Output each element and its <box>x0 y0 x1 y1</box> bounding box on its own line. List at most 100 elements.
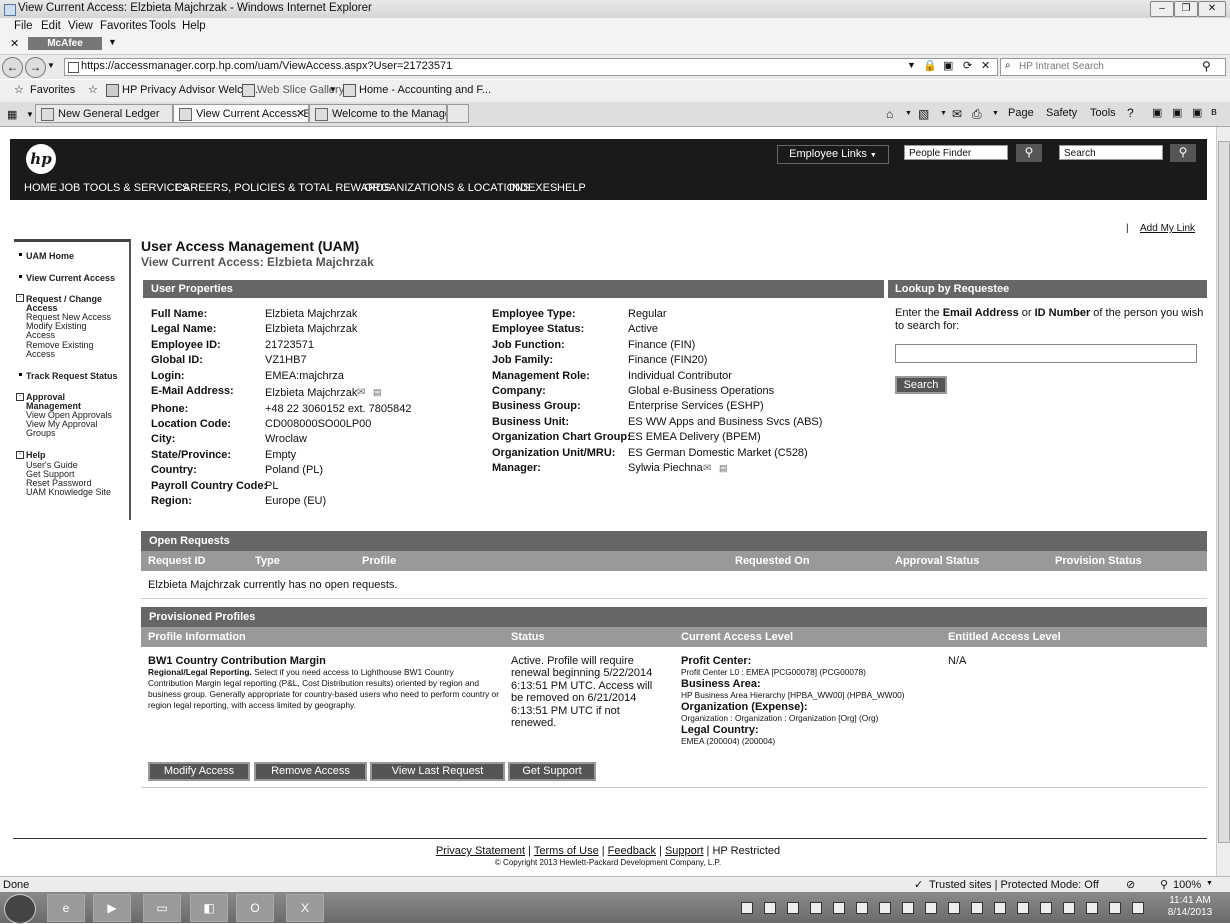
stop-icon[interactable]: ✕ <box>981 59 990 72</box>
col-request-id[interactable]: Request ID <box>148 555 205 567</box>
close-window-button[interactable]: ✕ <box>1198 1 1226 17</box>
address-dropdown-icon[interactable]: ▼ <box>907 60 916 70</box>
page-menu[interactable]: Page <box>1008 107 1034 119</box>
fav-home-accounting[interactable]: Home - Accounting and F... <box>359 84 491 96</box>
tab-view-current-access[interactable]: View Current Access: El... ✕ <box>173 104 309 123</box>
home-icon[interactable]: ⌂ <box>886 107 893 121</box>
nav-track-request[interactable]: Track Request Status <box>26 371 118 381</box>
chevron-down-icon[interactable]: ▼ <box>940 110 947 117</box>
nav-remove-existing-access[interactable]: Access <box>26 349 55 359</box>
contact-card-icon[interactable]: ▤ <box>719 463 728 474</box>
tab-welcome-manager[interactable]: Welcome to the Manager'... <box>309 104 447 123</box>
tray-icon[interactable] <box>971 902 983 914</box>
address-bar[interactable]: https://accessmanager.corp.hp.com/uam/Vi… <box>64 58 998 76</box>
lookup-search-button[interactable]: Search <box>895 376 947 394</box>
taskbar-excel-icon[interactable]: X <box>286 894 324 922</box>
close-tab-icon[interactable]: ✕ <box>296 105 305 122</box>
chevron-down-icon[interactable]: ▼ <box>108 37 117 47</box>
nav-job-tools[interactable]: JOB TOOLS & SERVICES <box>59 182 189 194</box>
privacy-link[interactable]: Privacy Statement <box>436 845 525 857</box>
zoom-level[interactable]: 100% <box>1173 879 1201 891</box>
tray-icon[interactable] <box>1086 902 1098 914</box>
tools-menu[interactable]: Tools <box>1090 107 1116 119</box>
forward-icon[interactable]: → <box>25 57 46 78</box>
compatibility-icon[interactable]: ▣ <box>943 59 953 72</box>
fav-hp-privacy[interactable]: HP Privacy Advisor Welco... <box>122 84 258 96</box>
tray-icon[interactable] <box>1017 902 1029 914</box>
bluetooth-icon[interactable]: ʙ <box>1211 106 1217 118</box>
mail-icon[interactable]: ✉ <box>952 107 962 121</box>
col-approval-status[interactable]: Approval Status <box>895 555 979 567</box>
feeds-icon[interactable]: ▧ <box>918 107 929 121</box>
vertical-scrollbar[interactable] <box>1216 127 1230 876</box>
col-status[interactable]: Status <box>511 631 545 643</box>
col-profile-information[interactable]: Profile Information <box>148 631 246 643</box>
tray-icon[interactable] <box>902 902 914 914</box>
get-support-button[interactable]: Get Support <box>508 762 596 781</box>
hp-logo[interactable]: hp <box>26 144 56 174</box>
feedback-link[interactable]: Feedback <box>608 845 656 857</box>
tray-icon[interactable] <box>1109 902 1121 914</box>
history-dropdown-icon[interactable]: ▼ <box>47 61 55 70</box>
browser-search-box[interactable]: ⌕ HP Intranet Search ⚲ <box>1000 58 1226 76</box>
nav-help[interactable]: HELP <box>557 182 586 194</box>
menu-file[interactable]: File <box>14 20 33 32</box>
tray-icon[interactable] <box>856 902 868 914</box>
close-toolbar-icon[interactable]: ✕ <box>10 37 19 50</box>
quick-tabs-icon[interactable]: ▦ <box>7 108 17 121</box>
tray-icon[interactable] <box>764 902 776 914</box>
nav-uam-home[interactable]: UAM Home <box>26 251 74 261</box>
mcafee-button[interactable]: McAfee <box>28 37 102 50</box>
tab-list-dropdown-icon[interactable]: ▼ <box>26 110 34 119</box>
popup-blocker-icon[interactable]: ⊘ <box>1126 878 1135 891</box>
address-url[interactable]: https://accessmanager.corp.hp.com/uam/Vi… <box>81 60 452 72</box>
employee-links-dropdown[interactable]: Employee Links ▼ <box>777 145 889 164</box>
email-icon[interactable]: ✉ <box>703 463 711 474</box>
people-finder-input[interactable]: People Finder <box>904 145 1008 160</box>
taskbar-outlook-icon[interactable]: O <box>236 894 274 922</box>
maximize-button[interactable]: ❐ <box>1174 1 1198 17</box>
tray-icon[interactable] <box>1063 902 1075 914</box>
taskbar-app-icon[interactable]: ◧ <box>190 894 228 922</box>
nav-help-heading[interactable]: Help <box>26 450 46 460</box>
people-finder-search-icon[interactable]: ⚲ <box>1016 144 1042 162</box>
nav-indexes[interactable]: INDEXES <box>509 182 557 194</box>
menu-help[interactable]: Help <box>182 20 206 32</box>
support-link[interactable]: Support <box>665 845 704 857</box>
clock[interactable]: 11:41 AM 8/14/2013 <box>1160 895 1220 919</box>
nav-knowledge-site[interactable]: UAM Knowledge Site <box>26 487 111 497</box>
nav-view-current-access[interactable]: View Current Access <box>26 273 115 283</box>
toolbar-icon-2[interactable]: ▣ <box>1172 106 1182 119</box>
tray-icon[interactable] <box>879 902 891 914</box>
remove-access-button[interactable]: Remove Access <box>254 762 367 781</box>
site-search-input[interactable]: Search <box>1059 145 1163 160</box>
tray-icon[interactable] <box>741 902 753 914</box>
col-type[interactable]: Type <box>255 555 280 567</box>
favorites-button[interactable]: Favorites <box>30 84 75 96</box>
taskbar-media-player-icon[interactable]: ▶ <box>93 894 131 922</box>
tray-icon[interactable] <box>810 902 822 914</box>
col-entitled-access-level[interactable]: Entitled Access Level <box>948 631 1061 643</box>
back-icon[interactable]: ← <box>2 57 23 78</box>
chevron-down-icon[interactable]: ▼ <box>1206 880 1213 887</box>
nav-home[interactable]: HOME <box>24 182 57 194</box>
tray-icon[interactable] <box>1132 902 1144 914</box>
start-button[interactable] <box>4 894 36 924</box>
add-my-link[interactable]: Add My Link <box>1140 223 1195 234</box>
taskbar-ie-icon[interactable]: e <box>47 894 85 922</box>
tray-icon[interactable] <box>1040 902 1052 914</box>
chevron-down-icon[interactable]: ▼ <box>329 85 337 94</box>
site-search-icon[interactable]: ⚲ <box>1170 144 1196 162</box>
modify-access-button[interactable]: Modify Access <box>148 762 250 781</box>
tray-icon[interactable] <box>925 902 937 914</box>
email-icon[interactable]: ✉ <box>357 387 365 398</box>
col-requested-on[interactable]: Requested On <box>735 555 810 567</box>
refresh-icon[interactable]: ⟳ <box>963 59 972 72</box>
tray-icon[interactable] <box>948 902 960 914</box>
menu-view[interactable]: View <box>68 20 93 32</box>
security-zone[interactable]: Trusted sites | Protected Mode: Off <box>929 879 1099 891</box>
tray-icon[interactable] <box>994 902 1006 914</box>
lock-icon[interactable]: 🔒 <box>923 59 937 72</box>
tray-icon[interactable] <box>787 902 799 914</box>
col-provision-status[interactable]: Provision Status <box>1055 555 1142 567</box>
